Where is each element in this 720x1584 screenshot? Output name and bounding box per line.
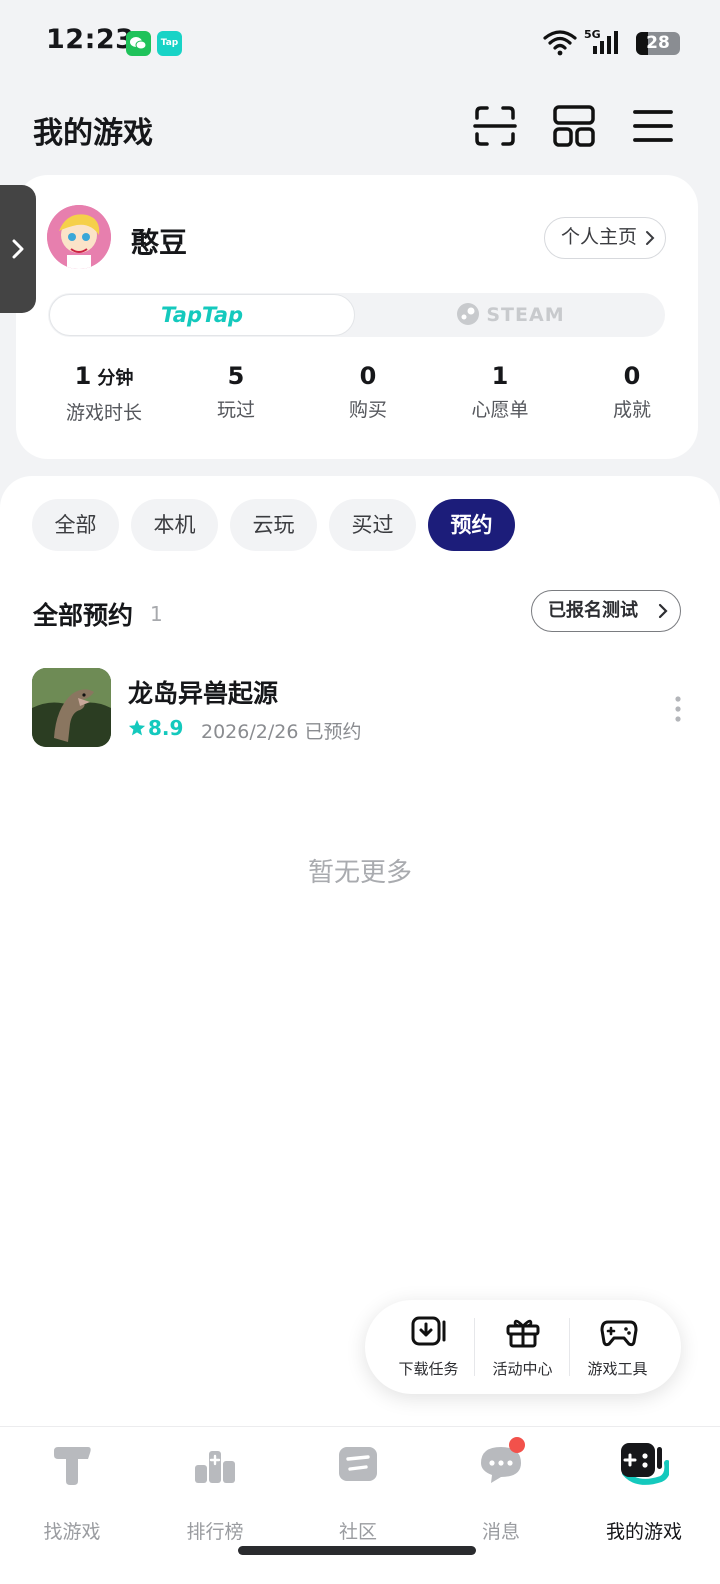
nav-label: 社区 [338, 1521, 377, 1543]
home-indicator[interactable] [238, 1546, 476, 1555]
nav-item-messages[interactable]: 消息 [429, 1443, 573, 1543]
signal-5g-icon: 5G [584, 28, 618, 54]
username: 憨豆 [131, 226, 188, 259]
stat-unit: 分钟 [97, 368, 134, 389]
stat-value: 1 [74, 362, 92, 390]
stat-purchased[interactable]: 0 购买 [302, 361, 434, 422]
profile-home-label: 个人主页 [560, 226, 637, 248]
chevron-right-icon [646, 231, 655, 245]
filter-chip-local[interactable]: 本机 [131, 499, 218, 551]
filter-chip-cloud[interactable]: 云玩 [230, 499, 317, 551]
scan-icon[interactable] [473, 104, 517, 148]
section-title: 全部预约 [33, 601, 134, 630]
game-tools-button[interactable]: 游戏工具 [570, 1300, 665, 1394]
community-icon [339, 1447, 377, 1481]
stat-value: 0 [623, 362, 641, 390]
platform-tab-taptap[interactable]: TapTap [49, 294, 355, 336]
taptap-app-icon: Tap [157, 31, 182, 56]
platform-switch: TapTap STEAM [48, 293, 665, 337]
battery-indicator: 28 [636, 32, 680, 55]
section-count: 1 [150, 602, 163, 626]
nav-item-community[interactable]: 社区 [286, 1443, 430, 1543]
empty-state-text: 暂无更多 [307, 858, 412, 888]
svg-text:5G: 5G [584, 28, 601, 41]
profile-home-button[interactable]: 个人主页 [543, 217, 666, 259]
registered-tests-button[interactable]: 已报名测试 [531, 590, 681, 632]
list-item[interactable]: 龙岛异兽起源 8.9 2026/2/26 已预约 [32, 668, 688, 748]
stat-label: 购买 [348, 399, 387, 421]
stat-played[interactable]: 5 玩过 [170, 361, 302, 422]
stat-label: 成就 [612, 399, 651, 421]
bottom-nav: 找游戏 排行榜 社区 消息 我的游戏 [0, 1426, 720, 1584]
stat-achievements[interactable]: 0 成就 [566, 361, 698, 422]
nav-item-my-games[interactable]: 我的游戏 [572, 1443, 716, 1543]
gift-icon [506, 1319, 540, 1348]
my-games-icon [621, 1443, 669, 1485]
stat-label: 游戏时长 [65, 402, 142, 424]
nav-label: 排行榜 [186, 1521, 244, 1543]
filter-chip-bought[interactable]: 买过 [329, 499, 416, 551]
stat-value: 1 [491, 362, 509, 390]
stat-value: 0 [359, 362, 377, 390]
profile-card: 憨豆 个人主页 TapTap STEAM 1 分钟 游戏时长 5 玩过 0 购买 … [16, 175, 698, 459]
system-icons: 5G 28 [480, 28, 680, 58]
menu-icon[interactable] [631, 104, 675, 148]
chevron-right-icon [12, 239, 24, 259]
stat-label: 玩过 [216, 399, 255, 421]
platform-tab-steam[interactable]: STEAM [356, 293, 665, 337]
nav-label: 我的游戏 [605, 1521, 682, 1543]
notification-badge [509, 1437, 525, 1453]
layout-grid-icon[interactable] [552, 104, 596, 148]
filter-chip-all[interactable]: 全部 [32, 499, 119, 551]
download-icon [411, 1316, 446, 1346]
side-drawer-handle[interactable] [0, 185, 36, 313]
stat-playtime[interactable]: 1 分钟 游戏时长 [38, 361, 170, 425]
steam-icon [457, 302, 480, 325]
star-icon [128, 719, 146, 736]
nav-item-find-games[interactable]: 找游戏 [0, 1443, 144, 1543]
game-rating-value: 8.9 [148, 716, 184, 740]
game-tools-label: 游戏工具 [587, 1360, 648, 1378]
game-reserve-date: 2026/2/26 已预约 [201, 721, 362, 743]
game-cover-image[interactable] [32, 668, 111, 747]
floating-toolbar: 下载任务 活动中心 游戏工具 [365, 1300, 681, 1394]
download-tasks-label: 下载任务 [398, 1360, 459, 1378]
game-rating: 8.9 [128, 716, 183, 740]
activity-center-label: 活动中心 [492, 1360, 553, 1378]
nav-label: 找游戏 [43, 1521, 101, 1543]
game-title: 龙岛异兽起源 [128, 679, 279, 708]
page-title: 我的游戏 [33, 116, 153, 151]
profile-stats: 1 分钟 游戏时长 5 玩过 0 购买 1 心愿单 0 成就 [38, 361, 698, 431]
status-bar: 12:23 Tap 5G 28 [0, 0, 720, 86]
filter-chip-reserved[interactable]: 预约 [428, 499, 515, 551]
wifi-icon [543, 30, 577, 56]
content-panel: 全部 本机 云玩 买过 预约 全部预约 1 已报名测试 龙岛异兽起源 8.9 2… [0, 476, 720, 1426]
ranking-icon [195, 1451, 235, 1483]
nav-label: 消息 [481, 1521, 520, 1543]
gamepad-icon [600, 1320, 638, 1347]
chevron-right-icon [658, 603, 668, 619]
more-options-icon[interactable] [674, 696, 682, 722]
registered-tests-label: 已报名测试 [548, 600, 638, 621]
platform-steam-label: STEAM [486, 304, 565, 326]
stat-value: 5 [227, 362, 245, 390]
wechat-icon [126, 31, 151, 56]
find-games-icon [54, 1447, 91, 1485]
avatar[interactable] [47, 205, 111, 269]
nav-item-ranking[interactable]: 排行榜 [143, 1443, 287, 1543]
status-time: 12:23 [46, 24, 135, 55]
stat-label: 心愿单 [471, 399, 529, 421]
download-tasks-button[interactable]: 下载任务 [381, 1300, 476, 1394]
activity-center-button[interactable]: 活动中心 [475, 1300, 570, 1394]
stat-wishlist[interactable]: 1 心愿单 [434, 361, 566, 422]
